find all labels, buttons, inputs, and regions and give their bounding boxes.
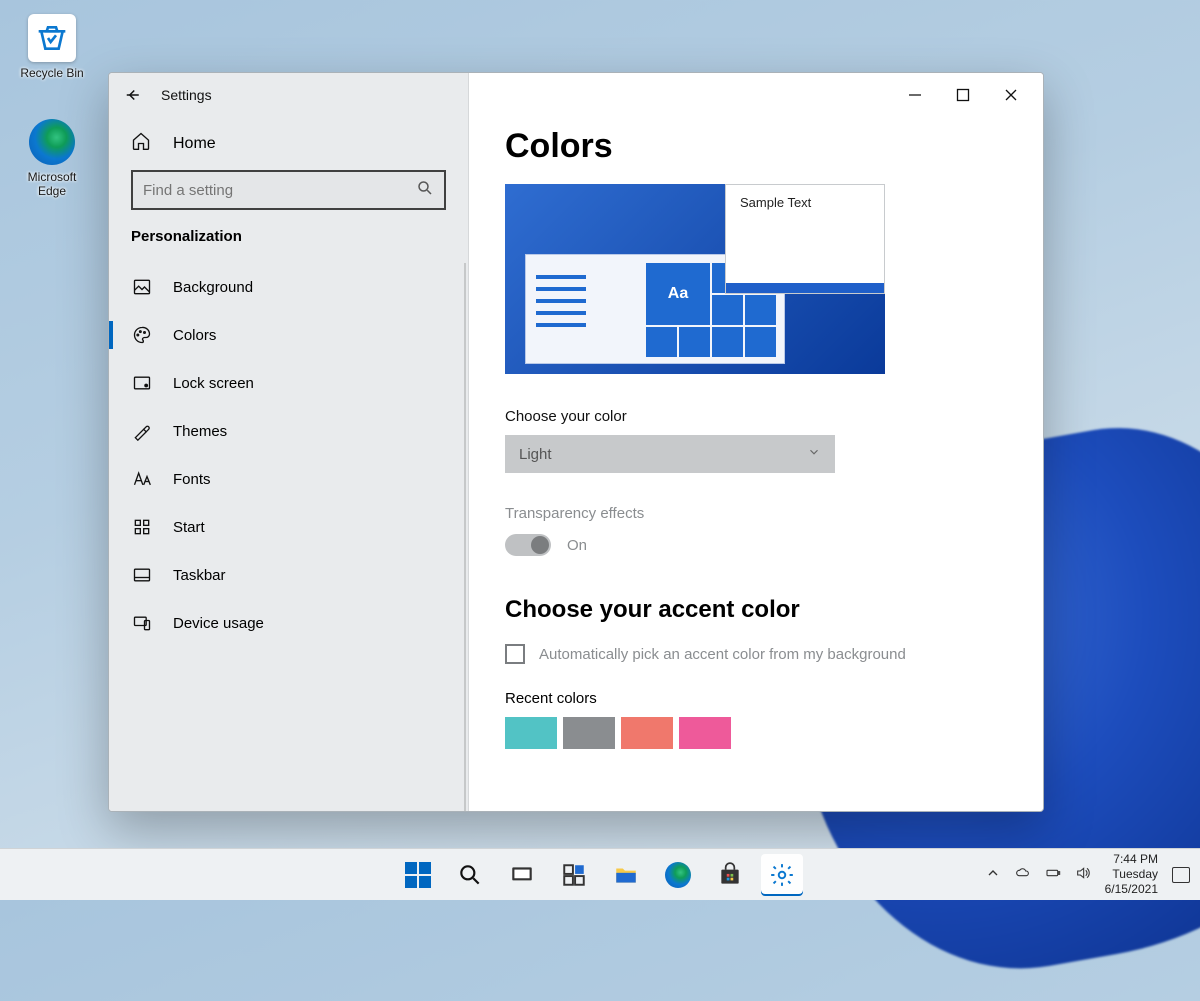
minimize-button[interactable] xyxy=(907,87,923,103)
taskbar: 7:44 PM Tuesday 6/15/2021 xyxy=(0,848,1200,900)
settings-taskbar-button[interactable] xyxy=(761,854,803,896)
search-icon xyxy=(416,179,434,202)
color-preview: Aa Sample Text xyxy=(505,184,885,374)
onedrive-icon[interactable] xyxy=(1015,865,1031,884)
sidebar-item-label: Lock screen xyxy=(173,375,254,392)
lock-screen-icon xyxy=(131,373,153,393)
auto-pick-accent-checkbox[interactable] xyxy=(505,644,525,664)
recent-color-swatch[interactable] xyxy=(505,717,557,749)
taskbar-time: 7:44 PM xyxy=(1105,852,1158,867)
choose-color-label: Choose your color xyxy=(505,408,1007,425)
file-explorer-icon xyxy=(613,862,639,888)
sidebar-item-start[interactable]: Start xyxy=(109,503,468,551)
desktop-icon-recycle-bin[interactable]: Recycle Bin xyxy=(14,14,90,80)
recent-color-swatch[interactable] xyxy=(621,717,673,749)
sidebar-item-label: Fonts xyxy=(173,471,211,488)
sidebar-item-lock-screen[interactable]: Lock screen xyxy=(109,359,468,407)
widgets-button[interactable] xyxy=(553,854,595,896)
start-icon xyxy=(405,862,431,888)
gear-icon xyxy=(769,862,795,888)
sidebar-item-themes[interactable]: Themes xyxy=(109,407,468,455)
desktop-icon-label: Microsoft Edge xyxy=(28,170,77,198)
themes-icon xyxy=(131,421,153,441)
desktop-icon-label: Recycle Bin xyxy=(20,66,83,80)
window-controls xyxy=(469,73,1043,117)
transparency-value: On xyxy=(567,537,587,554)
volume-icon[interactable] xyxy=(1075,865,1091,884)
preview-sample-text: Sample Text xyxy=(740,195,811,210)
taskbar-icon xyxy=(131,565,153,585)
recent-color-swatch[interactable] xyxy=(563,717,615,749)
sidebar-item-taskbar[interactable]: Taskbar xyxy=(109,551,468,599)
sidebar-item-label: Themes xyxy=(173,423,227,440)
transparency-toggle[interactable] xyxy=(505,534,551,556)
sidebar-item-fonts[interactable]: Fonts xyxy=(109,455,468,503)
task-view-button[interactable] xyxy=(501,854,543,896)
maximize-button[interactable] xyxy=(955,87,971,103)
recent-color-swatch[interactable] xyxy=(679,717,731,749)
tray-overflow-button[interactable] xyxy=(985,865,1001,884)
window-title: Settings xyxy=(161,87,212,103)
background-icon xyxy=(131,277,153,297)
edge-button[interactable] xyxy=(657,854,699,896)
settings-titlebar: Settings xyxy=(109,73,468,117)
sidebar-item-label: Device usage xyxy=(173,615,264,632)
close-button[interactable] xyxy=(1003,87,1019,103)
auto-pick-accent-checkbox-row[interactable]: Automatically pick an accent color from … xyxy=(505,644,1007,664)
taskbar-date: 6/15/2021 xyxy=(1105,882,1158,897)
colors-icon xyxy=(131,325,153,345)
device-usage-icon xyxy=(131,613,153,633)
recent-color-swatches xyxy=(505,717,1007,749)
home-icon xyxy=(131,131,153,156)
start-icon xyxy=(131,517,153,537)
task-view-icon xyxy=(509,862,535,888)
desktop-icon-edge[interactable]: Microsoft Edge xyxy=(14,118,90,198)
file-explorer-button[interactable] xyxy=(605,854,647,896)
search-input[interactable] xyxy=(143,182,416,199)
auto-pick-accent-label: Automatically pick an accent color from … xyxy=(539,646,906,663)
edge-icon xyxy=(28,118,76,166)
search-icon xyxy=(457,862,483,888)
sidebar-scrollbar[interactable] xyxy=(464,263,466,811)
sidebar-item-label: Background xyxy=(173,279,253,296)
chevron-down-icon xyxy=(807,445,821,463)
sidebar-item-label: Home xyxy=(173,135,216,153)
sidebar-item-label: Taskbar xyxy=(173,567,226,584)
notifications-button[interactable] xyxy=(1172,867,1190,883)
store-icon xyxy=(717,862,743,888)
sidebar-item-background[interactable]: Background xyxy=(109,263,468,311)
sidebar-item-device-usage[interactable]: Device usage xyxy=(109,599,468,647)
start-button[interactable] xyxy=(397,854,439,896)
sidebar-item-label: Start xyxy=(173,519,205,536)
preview-tile-aa: Aa xyxy=(646,263,710,325)
sidebar-item-home[interactable]: Home xyxy=(109,117,468,170)
fonts-icon xyxy=(131,469,153,489)
recent-colors-label: Recent colors xyxy=(505,690,1007,707)
choose-color-dropdown[interactable]: Light xyxy=(505,435,835,473)
battery-icon[interactable] xyxy=(1045,865,1061,884)
search-input-wrap[interactable] xyxy=(131,170,446,210)
widgets-icon xyxy=(561,862,587,888)
settings-sidebar: Settings Home Personalization Background xyxy=(109,73,469,811)
sidebar-item-label: Colors xyxy=(173,327,216,344)
accent-heading: Choose your accent color xyxy=(505,596,1007,624)
sidebar-section-label: Personalization xyxy=(109,228,468,263)
store-button[interactable] xyxy=(709,854,751,896)
page-title: Colors xyxy=(505,127,1007,166)
settings-window: Settings Home Personalization Background xyxy=(108,72,1044,812)
edge-icon xyxy=(665,862,691,888)
taskbar-search-button[interactable] xyxy=(449,854,491,896)
system-tray: 7:44 PM Tuesday 6/15/2021 xyxy=(985,852,1190,897)
transparency-label: Transparency effects xyxy=(505,505,1007,522)
taskbar-day: Tuesday xyxy=(1105,867,1158,882)
back-button[interactable] xyxy=(123,86,141,104)
choose-color-value: Light xyxy=(519,446,552,463)
recycle-bin-icon xyxy=(28,14,76,62)
taskbar-clock[interactable]: 7:44 PM Tuesday 6/15/2021 xyxy=(1105,852,1158,897)
sidebar-item-colors[interactable]: Colors xyxy=(109,311,468,359)
